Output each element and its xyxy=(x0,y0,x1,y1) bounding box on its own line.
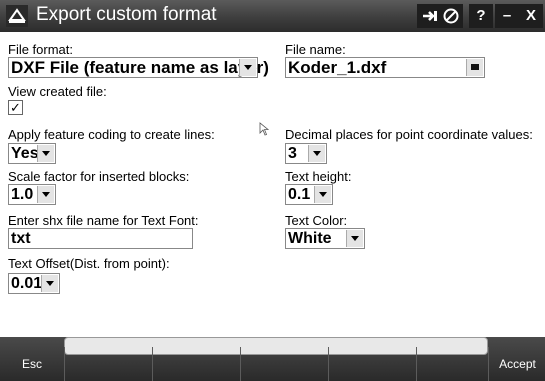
scale-factor-label: Scale factor for inserted blocks: xyxy=(8,169,190,184)
text-color-select[interactable]: White xyxy=(285,228,365,249)
chevron-down-icon xyxy=(41,275,58,292)
close-button[interactable]: X xyxy=(519,4,543,28)
chevron-down-icon xyxy=(314,186,331,203)
chevron-down-icon xyxy=(346,230,363,247)
text-height-value: 0.1 xyxy=(288,186,311,203)
decimal-places-select[interactable]: 3 xyxy=(285,143,327,164)
mouse-cursor-icon xyxy=(259,122,269,136)
softkey-slot-5[interactable] xyxy=(328,347,417,381)
minimize-button[interactable]: – xyxy=(495,4,519,28)
file-format-select[interactable]: DXF File (feature name as layer) xyxy=(8,57,269,78)
softkey-slot-6[interactable] xyxy=(416,347,489,381)
file-format-value: DXF File (feature name as layer) xyxy=(11,58,269,77)
text-height-label: Text height: xyxy=(285,169,352,184)
file-name-value: Koder_1.dxf xyxy=(288,58,387,77)
text-color-value: White xyxy=(288,230,332,247)
feature-coding-value: Yes xyxy=(11,145,39,162)
export-form: File format: DXF File (feature name as l… xyxy=(0,32,545,337)
text-height-select[interactable]: 0.1 xyxy=(285,184,333,205)
text-color-label: Text Color: xyxy=(285,213,348,228)
text-offset-value: 0.01 xyxy=(11,275,43,292)
view-created-checkbox[interactable]: ✓ xyxy=(8,100,23,115)
title-bar: Export custom format ? – X xyxy=(0,0,545,32)
chevron-down-icon xyxy=(308,145,325,162)
chevron-down-icon xyxy=(239,59,256,76)
nav-arrow-icon xyxy=(423,11,437,21)
text-offset-select[interactable]: 0.01 xyxy=(8,273,60,294)
file-name-label: File name: xyxy=(285,42,346,57)
file-format-label: File format: xyxy=(8,42,74,57)
text-offset-label: Text Offset(Dist. from point): xyxy=(8,256,170,271)
scale-factor-value: 1.0 xyxy=(11,186,34,203)
softkey-slot-3[interactable] xyxy=(152,347,241,381)
trimble-dome-icon[interactable] xyxy=(6,5,28,27)
decimal-places-label: Decimal places for point coordinate valu… xyxy=(285,127,533,142)
chevron-down-icon xyxy=(37,145,54,162)
shx-font-input[interactable]: txt xyxy=(8,228,193,249)
accept-button[interactable]: Accept xyxy=(488,347,545,381)
window-title: Export custom format xyxy=(36,4,217,25)
feature-coding-select[interactable]: Yes xyxy=(8,143,56,164)
softkey-slot-2[interactable] xyxy=(64,347,153,381)
no-entry-icon xyxy=(443,8,459,24)
decimal-places-value: 3 xyxy=(288,145,297,162)
scale-factor-select[interactable]: 1.0 xyxy=(8,184,56,205)
help-button[interactable]: ? xyxy=(469,4,493,28)
view-created-label: View created file: xyxy=(8,84,107,99)
esc-button[interactable]: Esc xyxy=(0,347,64,381)
browse-folder-icon[interactable] xyxy=(466,59,483,76)
file-name-field[interactable]: Koder_1.dxf xyxy=(285,57,485,78)
softkey-slot-4[interactable] xyxy=(240,347,329,381)
softkey-bar: Esc Accept xyxy=(0,337,545,381)
feature-coding-label: Apply feature coding to create lines: xyxy=(8,127,215,142)
chevron-down-icon xyxy=(37,186,54,203)
shx-font-label: Enter shx file name for Text Font: xyxy=(8,213,199,228)
nav-icons-button[interactable] xyxy=(417,4,463,28)
